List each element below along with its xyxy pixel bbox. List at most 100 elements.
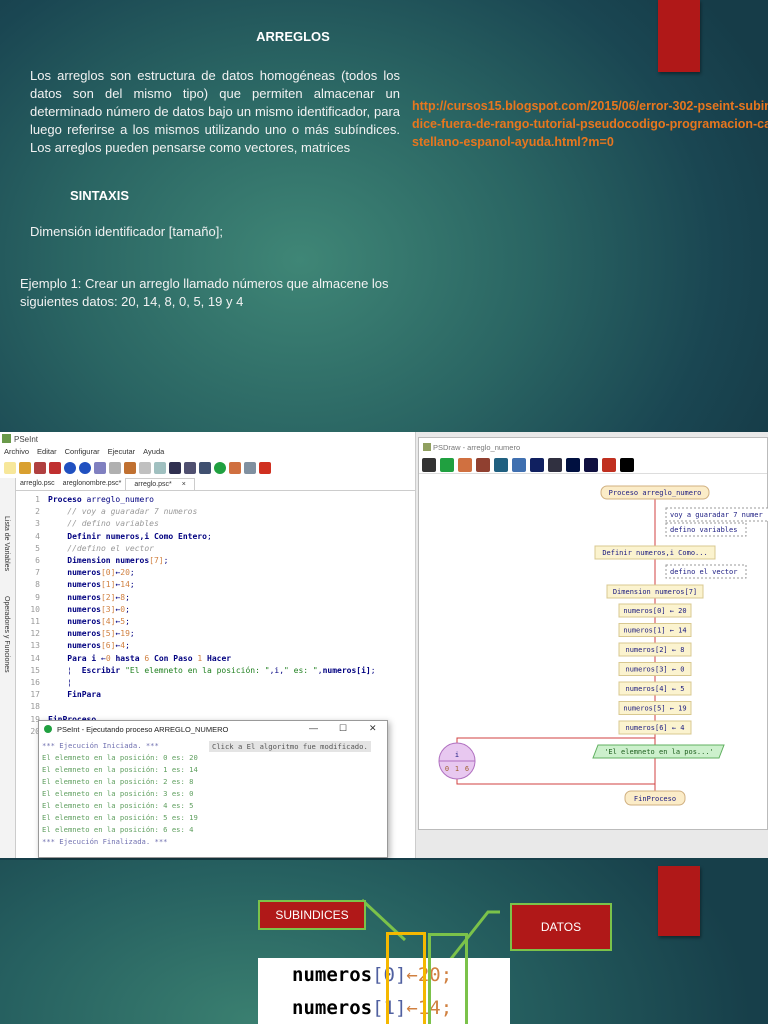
- output-node-text: 'El elemneto en la pos...': [604, 748, 714, 756]
- color-icon[interactable]: [566, 457, 580, 472]
- tab-arreglo[interactable]: arreglo.psc: [16, 478, 59, 490]
- example-text: Ejemplo 1: Crear un arreglo llamado núme…: [20, 276, 389, 309]
- export-icon[interactable]: [476, 457, 490, 472]
- end-node-text: FinProceso: [634, 795, 676, 803]
- loop-to: 6: [465, 765, 469, 773]
- code-line[interactable]: 18: [18, 701, 376, 713]
- find-icon[interactable]: [169, 462, 181, 474]
- assign-node-text: numeros[5] ← 19: [623, 705, 686, 713]
- code-token: ;: [129, 580, 135, 590]
- menu-ayuda[interactable]: Ayuda: [143, 447, 164, 457]
- code-icon[interactable]: [548, 457, 562, 472]
- undo-icon[interactable]: [64, 462, 76, 474]
- loop-line-top: [456, 737, 655, 743]
- close-icon[interactable]: [620, 457, 634, 472]
- flowchart[interactable]: voy a guaradar 7 numer defino variables …: [419, 475, 768, 825]
- assign-node-text: numeros[3] ← 0: [625, 666, 684, 674]
- menu-archivo[interactable]: Archivo: [4, 447, 29, 457]
- tab-areglonombre[interactable]: areglonombre.psc*: [59, 478, 126, 490]
- new-file-icon[interactable]: [4, 462, 16, 474]
- code-line[interactable]: 2 // voy a guaradar 7 numeros: [18, 506, 376, 518]
- find-next-icon[interactable]: [184, 462, 196, 474]
- close-tab-icon[interactable]: ×: [178, 479, 190, 490]
- comment-icon[interactable]: [154, 462, 166, 474]
- app-icon: [423, 443, 431, 451]
- code-line[interactable]: 17 FinPara: [18, 689, 376, 701]
- code-editor[interactable]: 1 Proceso arreglo_numero 2 // voy a guarad…: [18, 494, 376, 738]
- code-token: ¦: [48, 678, 73, 688]
- comment-text: defino variables: [670, 526, 737, 534]
- code-line[interactable]: 16 ¦: [18, 677, 376, 689]
- reference-link[interactable]: http://cursos15.blogspot.com/2015/06/err…: [412, 97, 768, 151]
- step-icon[interactable]: [229, 462, 241, 474]
- line-number: 7: [35, 568, 40, 578]
- open-icon[interactable]: [19, 462, 31, 474]
- code-token: // defino variables: [48, 519, 159, 529]
- code-token: ;: [125, 604, 130, 614]
- help-icon[interactable]: [259, 462, 271, 474]
- code-line[interactable]: 13 numeros[6]←4;: [18, 640, 376, 652]
- loop-step: 1: [455, 765, 459, 773]
- line-number: 13: [30, 641, 40, 651]
- define-node-text: Definir numeros,i Como...: [602, 549, 707, 557]
- replace-icon[interactable]: [199, 462, 211, 474]
- menu-editar[interactable]: Editar: [37, 447, 57, 457]
- code-token: numeros: [48, 629, 101, 639]
- code-line[interactable]: 8 numeros[1]←14;: [18, 579, 376, 591]
- code-token: 19: [120, 629, 130, 639]
- flowchart-icon[interactable]: [244, 462, 256, 474]
- modified-notice[interactable]: Click a El algoritmo fue modificado.: [209, 741, 371, 752]
- code-token: [4]: [100, 617, 116, 627]
- line-number: 10: [30, 604, 40, 614]
- code-token: [0]: [100, 568, 116, 578]
- copy-icon[interactable]: [109, 462, 121, 474]
- code-line[interactable]: 14 Para i ←0 hasta 6 Con Paso 1 Hacer: [18, 653, 376, 665]
- datos-label: DATOS: [510, 903, 612, 951]
- close-button[interactable]: ✕: [369, 723, 377, 734]
- fit-icon[interactable]: [512, 457, 526, 472]
- step-icon[interactable]: [458, 457, 472, 472]
- loop-from: 0: [445, 765, 449, 773]
- run-icon[interactable]: [440, 457, 454, 472]
- code-line[interactable]: 15 ¦ Escribir "El elemneto en la posició…: [18, 665, 375, 677]
- run-icon[interactable]: [214, 462, 226, 474]
- paste-icon[interactable]: [124, 462, 136, 474]
- psdraw-window: PSDraw - arreglo_numero voy a guaradar 7…: [418, 437, 768, 830]
- tab-arreglo-active[interactable]: arreglo.psc* ×: [125, 478, 195, 490]
- code-line[interactable]: 10 numeros[3]←0;: [18, 604, 376, 616]
- redo-icon[interactable]: [79, 462, 91, 474]
- code-line[interactable]: 1 Proceso arreglo_numero: [18, 494, 376, 506]
- menu-ejecutar[interactable]: Ejecutar: [108, 447, 136, 457]
- code-token: Dimension numeros: [48, 556, 150, 566]
- code-token: arreglo_numero: [86, 495, 154, 504]
- cut-icon[interactable]: [94, 462, 106, 474]
- code-line[interactable]: 9 numeros[2]←8;: [18, 592, 376, 604]
- comments-icon[interactable]: [584, 457, 598, 472]
- style-icon[interactable]: [530, 457, 544, 472]
- minimize-button[interactable]: —: [309, 723, 318, 733]
- save-as-icon[interactable]: [49, 462, 61, 474]
- code-line[interactable]: 4 Definir numeros,i Como Entero;: [18, 531, 376, 543]
- code-line[interactable]: 7 numeros[0]←20;: [18, 567, 376, 579]
- maximize-button[interactable]: ☐: [339, 723, 347, 734]
- code-line[interactable]: 5 //defino el vector: [18, 543, 376, 555]
- window-title-text: PSeInt: [14, 435, 39, 444]
- code-line[interactable]: 6 Dimension numeros[7];: [18, 555, 376, 567]
- variables-panel-tab[interactable]: Lista de Variables: [3, 516, 10, 571]
- operators-panel-tab[interactable]: Operadores y Funciones: [3, 596, 10, 673]
- code-token: [1]: [100, 580, 116, 590]
- indent-icon[interactable]: [139, 462, 151, 474]
- sub-icon[interactable]: [422, 457, 436, 472]
- line-number: 9: [35, 592, 40, 602]
- code-token: numeros: [48, 592, 101, 602]
- menu-configurar[interactable]: Configurar: [65, 447, 100, 457]
- code-line[interactable]: 3 // defino variables: [18, 518, 376, 530]
- code-line[interactable]: 11 numeros[4]←5;: [18, 616, 376, 628]
- zoom-icon[interactable]: [494, 457, 508, 472]
- help-icon[interactable]: [602, 457, 616, 472]
- comment-text: voy a guaradar 7 numer: [670, 511, 763, 519]
- pseint-window: PSeInt Archivo Editar Configurar Ejecuta…: [0, 432, 416, 858]
- code-token: ;: [125, 592, 130, 602]
- code-line[interactable]: 12 numeros[5]←19;: [18, 628, 376, 640]
- save-icon[interactable]: [34, 462, 46, 474]
